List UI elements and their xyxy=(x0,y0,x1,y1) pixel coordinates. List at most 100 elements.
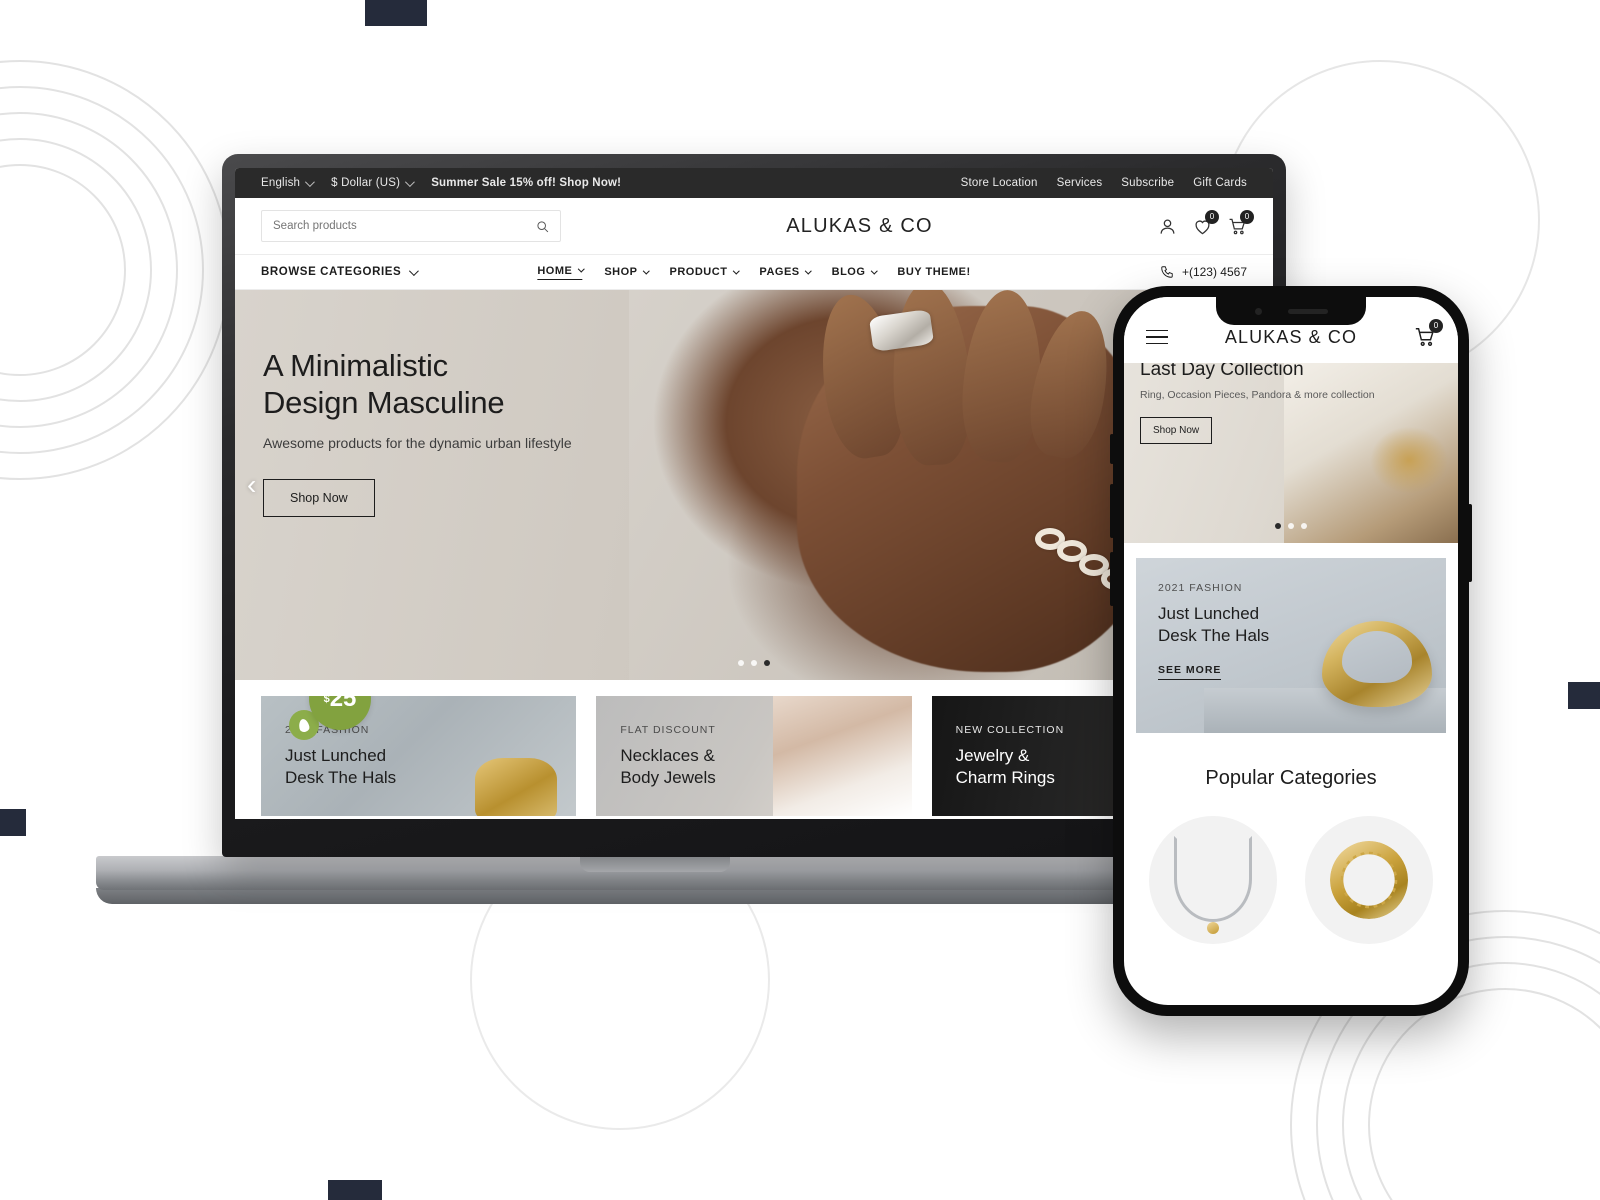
decorative-square-right xyxy=(1568,682,1600,709)
mobile-slider-dot-1[interactable] xyxy=(1275,523,1281,529)
popular-categories-heading: Popular Categories xyxy=(1205,767,1377,789)
cart-button[interactable]: 0 xyxy=(1228,209,1254,236)
nav-item-product[interactable]: PRODUCT xyxy=(669,266,740,278)
promo-card-title-line2: Desk The Hals xyxy=(285,767,397,787)
desktop-topbar: English $ Dollar (US) Summer Sale 15% of… xyxy=(235,168,1273,198)
mobile-banner-see-more-link[interactable]: SEE MORE xyxy=(1158,664,1222,681)
wishlist-button[interactable]: 0 xyxy=(1193,209,1219,236)
promo-card-title-line2: Charm Rings xyxy=(955,767,1055,787)
hero-title-line1: A Minimalistic xyxy=(263,348,448,383)
laptop-base xyxy=(96,856,1214,890)
hero-title-line2: Design Masculine xyxy=(263,384,505,420)
user-icon xyxy=(1160,219,1175,234)
promo-card-title-line1: Just Lunched xyxy=(285,746,387,765)
nav-item-label: PAGES xyxy=(759,266,800,278)
phone-silent-switch xyxy=(1110,434,1114,464)
language-label: English xyxy=(261,177,301,189)
promo-card-title-line1: Necklaces & xyxy=(620,746,715,765)
brand-logo[interactable]: ALUKAS & CO xyxy=(786,215,933,238)
search-box[interactable] xyxy=(261,210,561,242)
mobile-banner-kicker: 2021 FASHION xyxy=(1158,582,1243,594)
phone-icon xyxy=(1161,266,1173,278)
presentation-canvas: English $ Dollar (US) Summer Sale 15% of… xyxy=(0,0,1600,1200)
phone-volume-down-button xyxy=(1110,552,1114,606)
hero-slider-dot-2[interactable] xyxy=(751,660,757,666)
mobile-hero-title: Last Day Collection xyxy=(1140,363,1304,380)
promo-card-title: Necklaces & Body Jewels xyxy=(620,745,715,789)
currency-selector[interactable]: $ Dollar (US) xyxy=(331,176,416,189)
earpiece-speaker xyxy=(1287,308,1328,314)
hero-slider-dot-3[interactable] xyxy=(764,660,770,666)
chevron-down-icon xyxy=(577,265,585,273)
search-input[interactable] xyxy=(273,220,528,232)
nav-item-buy-theme[interactable]: BUY THEME! xyxy=(897,266,970,278)
hero-shop-now-button[interactable]: Shop Now xyxy=(263,479,375,518)
mobile-banner-title-line2: Desk The Hals xyxy=(1158,626,1270,646)
chevron-down-icon xyxy=(405,176,416,187)
category-item-ring[interactable] xyxy=(1305,816,1433,944)
support-phone[interactable]: +(123) 4567 xyxy=(1160,265,1247,279)
promo-card-title-line2: Body Jewels xyxy=(620,767,716,787)
desktop-navbar: BROWSE CATEGORIES HOME SHOP PRODUCT PAGE… xyxy=(235,254,1273,290)
hero-title: A Minimalistic Design Masculine xyxy=(263,348,572,421)
decorative-square-left xyxy=(0,809,26,836)
hero-prev-arrow[interactable]: ‹ xyxy=(247,471,256,499)
nav-item-label: BUY THEME! xyxy=(897,266,971,278)
category-item-necklace[interactable] xyxy=(1149,816,1277,944)
chevron-down-icon xyxy=(732,267,740,275)
decorative-square-bottom xyxy=(328,1180,382,1200)
mobile-banner-title-line1: Just Lunched xyxy=(1158,604,1260,623)
browse-categories-button[interactable]: BROWSE CATEGORIES xyxy=(261,265,420,278)
mobile-slider-dot-3[interactable] xyxy=(1301,523,1307,529)
currency-label: $ Dollar (US) xyxy=(331,177,401,189)
front-camera-icon xyxy=(1254,307,1262,315)
mobile-cart-button[interactable]: 0 xyxy=(1414,319,1443,348)
hero-slider-dot-1[interactable] xyxy=(738,660,744,666)
nav-item-label: PRODUCT xyxy=(669,266,728,278)
mobile-hero-subtitle: Ring, Occasion Pieces, Pandora & more co… xyxy=(1140,389,1375,401)
search-icon[interactable] xyxy=(536,220,549,233)
mobile-hero-slider: Last Day Collection Ring, Occasion Piece… xyxy=(1124,363,1458,543)
browse-categories-label: BROWSE CATEGORIES xyxy=(261,266,402,278)
mobile-banner-title: Just Lunched Desk The Hals xyxy=(1158,603,1269,647)
mobile-slider-dot-2[interactable] xyxy=(1288,523,1294,529)
language-selector[interactable]: English xyxy=(261,176,315,189)
hero-copy: A Minimalistic Design Masculine Awesome … xyxy=(263,348,572,518)
nav-item-label: HOME xyxy=(537,264,573,277)
promo-card-kicker: FLAT DISCOUNT xyxy=(620,724,716,736)
promo-message[interactable]: Summer Sale 15% off! Shop Now! xyxy=(431,177,621,189)
nav-item-blog[interactable]: BLOG xyxy=(832,266,878,278)
cart-badge: 0 xyxy=(1240,209,1254,224)
mobile-cart-badge: 0 xyxy=(1429,319,1443,333)
popular-categories-list xyxy=(1124,816,1458,944)
phone-power-button xyxy=(1468,504,1472,582)
promo-card-necklaces[interactable]: FLAT DISCOUNT Necklaces & Body Jewels xyxy=(596,696,912,816)
nav-item-shop[interactable]: SHOP xyxy=(604,266,650,278)
topbar-link-store-location[interactable]: Store Location xyxy=(961,177,1038,189)
nav-item-pages[interactable]: PAGES xyxy=(759,266,813,278)
hamburger-menu-icon[interactable] xyxy=(1146,329,1168,345)
topbar-link-subscribe[interactable]: Subscribe xyxy=(1121,177,1174,189)
chevron-down-icon xyxy=(805,267,813,275)
necklace-bead xyxy=(1207,921,1219,934)
mobile-hero-shop-now-button[interactable]: Shop Now xyxy=(1140,417,1213,444)
price-badge-amount: 25 xyxy=(329,696,357,712)
phone-screen: ALUKAS & CO 0 Last Day Collection Ring, … xyxy=(1124,297,1458,1005)
laptop-mockup: English $ Dollar (US) Summer Sale 15% of… xyxy=(96,154,1286,924)
promo-card-title-line1: Jewelry & xyxy=(955,746,1030,765)
mobile-promo-banner[interactable]: 2021 FASHION Just Lunched Desk The Hals … xyxy=(1136,558,1446,733)
promo-card-just-lunched[interactable]: 2021 FASHION Just Lunched Desk The Hals … xyxy=(261,696,577,816)
account-button[interactable] xyxy=(1158,217,1177,236)
mobile-brand-logo[interactable]: ALUKAS & CO xyxy=(1225,327,1357,348)
phone-volume-up-button xyxy=(1110,484,1114,538)
nav-item-home[interactable]: HOME xyxy=(537,264,585,280)
topbar-link-services[interactable]: Services xyxy=(1057,177,1103,189)
support-phone-number: +(123) 4567 xyxy=(1181,265,1247,279)
topbar-link-gift-cards[interactable]: Gift Cards xyxy=(1193,177,1247,189)
laptop-foot xyxy=(96,888,1214,904)
mobile-slider-dots xyxy=(1275,523,1307,529)
hero-subtitle: Awesome products for the dynamic urban l… xyxy=(263,435,572,452)
gold-cuff-image xyxy=(1322,621,1432,707)
chevron-down-icon xyxy=(409,265,420,276)
desktop-header: ALUKAS & CO 0 xyxy=(235,198,1273,254)
